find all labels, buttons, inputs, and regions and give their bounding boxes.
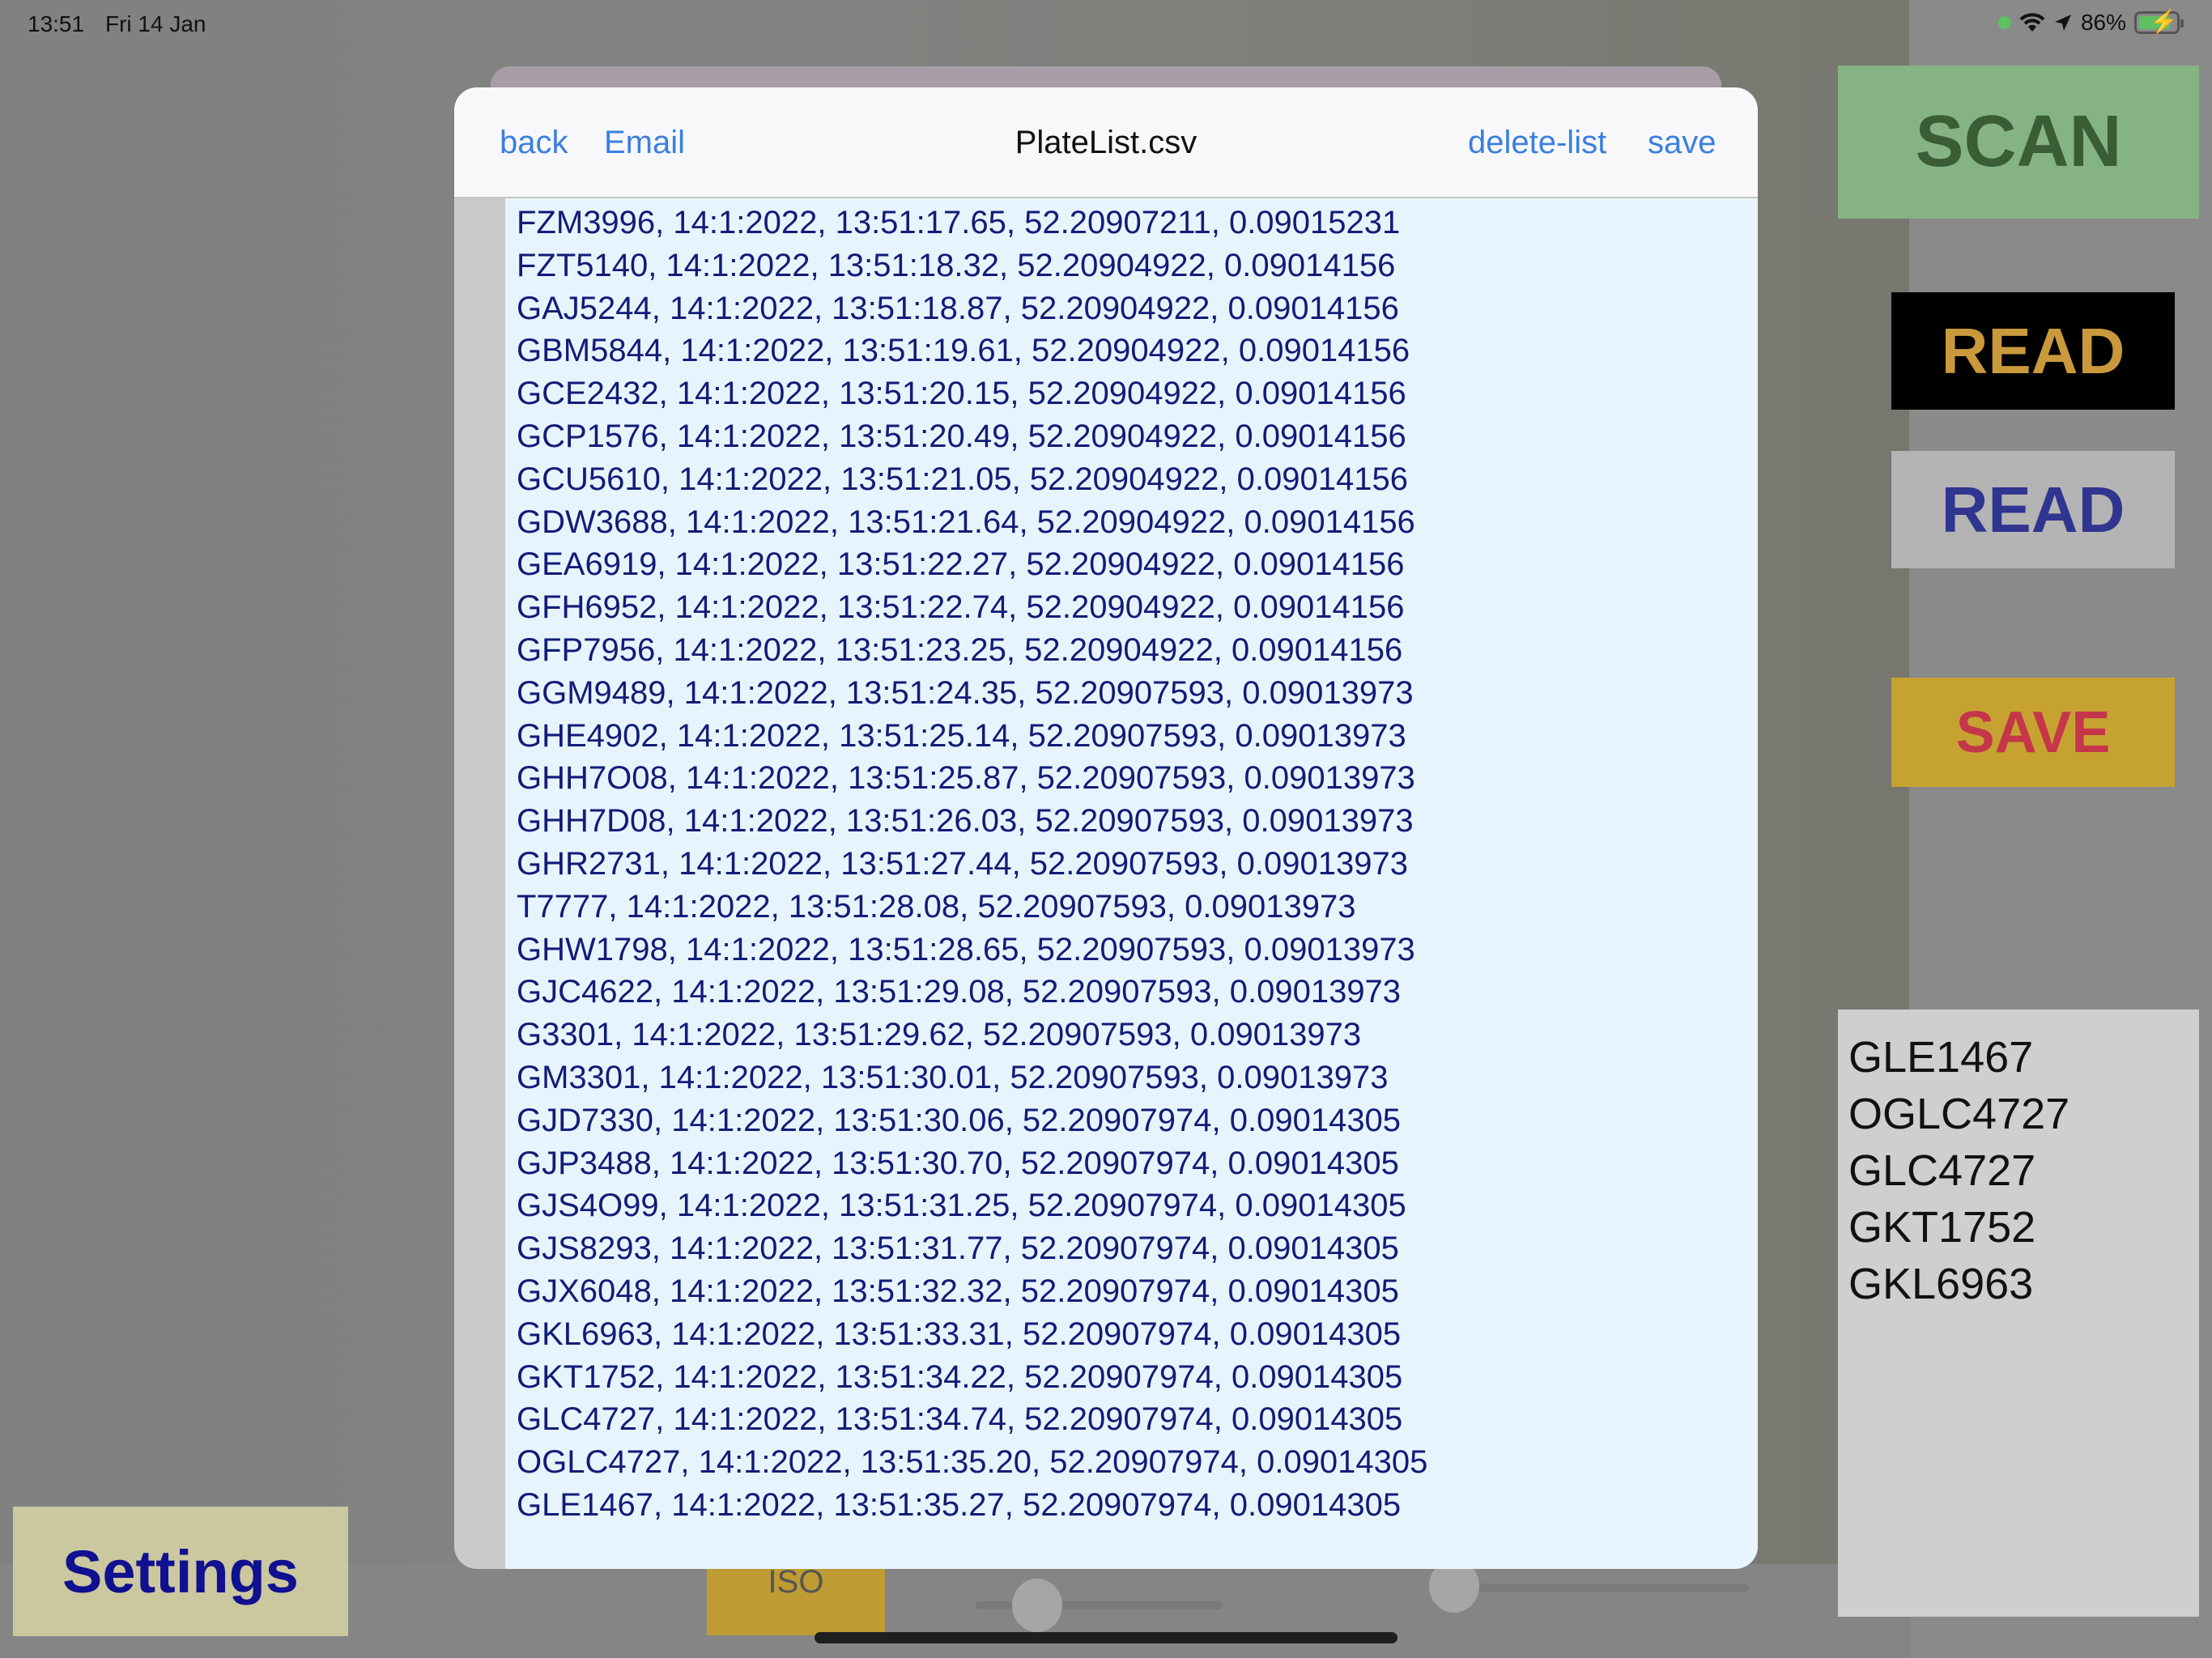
read-button-primary[interactable]: READ <box>1891 292 2175 410</box>
status-icons: 86% ⚡ <box>1997 10 2184 36</box>
csv-row: GCU5610, 14:1:2022, 13:51:21.05, 52.2090… <box>517 461 1408 497</box>
recent-plate-item: GKL6963 <box>1848 1260 2034 1308</box>
recent-plates-list: GLE1467 OGLC4727 GLC4727 GKT1752 GKL6963 <box>1838 1010 2199 1617</box>
csv-row: GCE2432, 14:1:2022, 13:51:20.15, 52.2090… <box>517 376 1406 412</box>
csv-row: GJS8293, 14:1:2022, 13:51:31.77, 52.2090… <box>517 1231 1399 1267</box>
status-time: 13:51 <box>28 11 85 36</box>
status-date: Fri 14 Jan <box>105 11 206 36</box>
platelist-text-view[interactable]: FZM3996, 14:1:2022, 13:51:17.65, 52.2090… <box>505 198 1758 1569</box>
csv-row: T7777, 14:1:2022, 13:51:28.08, 52.209075… <box>517 888 1356 925</box>
csv-row: GLC4727, 14:1:2022, 13:51:34.74, 52.2090… <box>517 1401 1403 1438</box>
recent-plate-item: OGLC4727 <box>1848 1090 2070 1138</box>
back-button[interactable]: back <box>500 125 568 161</box>
home-indicator[interactable] <box>815 1632 1397 1643</box>
csv-row: G3301, 14:1:2022, 13:51:29.62, 52.209075… <box>517 1017 1362 1053</box>
save-button[interactable]: save <box>1648 125 1716 161</box>
delete-list-button[interactable]: delete-list <box>1468 125 1606 161</box>
csv-row: GFH6952, 14:1:2022, 13:51:22.74, 52.2090… <box>517 589 1405 626</box>
csv-row: GAJ5244, 14:1:2022, 13:51:18.87, 52.2090… <box>517 290 1399 326</box>
csv-row: GGM9489, 14:1:2022, 13:51:24.35, 52.2090… <box>517 674 1414 711</box>
csv-row: GCP1576, 14:1:2022, 13:51:20.49, 52.2090… <box>517 418 1406 454</box>
csv-row: GHE4902, 14:1:2022, 13:51:25.14, 52.2090… <box>517 717 1406 754</box>
battery-percent: 86% <box>2080 10 2126 35</box>
csv-row: GKL6963, 14:1:2022, 13:51:33.31, 52.2090… <box>517 1316 1402 1352</box>
csv-row: FZT5140, 14:1:2022, 13:51:18.32, 52.2090… <box>517 247 1396 283</box>
recent-plate-item: GLE1467 <box>1848 1033 2034 1082</box>
modal-header: back Email PlateList.csv delete-list sav… <box>454 87 1758 198</box>
csv-row: GHR2731, 14:1:2022, 13:51:27.44, 52.2090… <box>517 845 1408 882</box>
csv-row: GJP3488, 14:1:2022, 13:51:30.70, 52.2090… <box>517 1145 1399 1181</box>
location-arrow-icon <box>2054 15 2071 31</box>
read-button-secondary[interactable]: READ <box>1891 451 2175 568</box>
iso-button[interactable]: ISO <box>707 1564 885 1635</box>
csv-row: GJC4622, 14:1:2022, 13:51:29.08, 52.2090… <box>517 974 1402 1010</box>
csv-row: GLE1467, 14:1:2022, 13:51:35.27, 52.2090… <box>517 1486 1402 1523</box>
slider-thumb-1[interactable] <box>1012 1579 1062 1632</box>
csv-row: OGLC4727, 14:1:2022, 13:51:35.20, 52.209… <box>517 1444 1428 1481</box>
green-dot-icon <box>1997 16 2011 29</box>
scan-button[interactable]: SCAN <box>1838 66 2199 219</box>
csv-row: GJS4O99, 14:1:2022, 13:51:31.25, 52.2090… <box>517 1188 1406 1224</box>
platelist-modal: FZM3996, 14:1:2022, 13:51:17.65, 52.2090… <box>454 87 1758 1569</box>
wifi-icon <box>2019 13 2045 32</box>
status-bar: 13:51 Fri 14 Jan 86% ⚡ <box>0 0 2212 49</box>
csv-row: GBM5844, 14:1:2022, 13:51:19.61, 52.2090… <box>517 333 1410 369</box>
csv-row: GHH7O08, 14:1:2022, 13:51:25.87, 52.2090… <box>517 760 1415 797</box>
save-plate-button[interactable]: SAVE <box>1891 678 2175 787</box>
slider-track-2[interactable] <box>1465 1584 1749 1592</box>
csv-row: GHH7D08, 14:1:2022, 13:51:26.03, 52.2090… <box>517 803 1414 840</box>
csv-row: GDW3688, 14:1:2022, 13:51:21.64, 52.2090… <box>517 504 1415 540</box>
recent-plate-item: GKT1752 <box>1848 1203 2036 1252</box>
recent-plate-item: GLC4727 <box>1848 1146 2036 1195</box>
csv-row: FZM3996, 14:1:2022, 13:51:17.65, 52.2090… <box>517 205 1401 240</box>
csv-row: GFP7956, 14:1:2022, 13:51:23.25, 52.2090… <box>517 631 1403 668</box>
csv-row: GEA6919, 14:1:2022, 13:51:22.27, 52.2090… <box>517 546 1405 583</box>
csv-row: GKT1752, 14:1:2022, 13:51:34.22, 52.2090… <box>517 1358 1403 1395</box>
csv-row: GJD7330, 14:1:2022, 13:51:30.06, 52.2090… <box>517 1102 1402 1138</box>
csv-row: GHW1798, 14:1:2022, 13:51:28.65, 52.2090… <box>517 931 1415 967</box>
battery-charging-icon: ⚡ <box>2134 11 2184 34</box>
csv-row: GM3301, 14:1:2022, 13:51:30.01, 52.20907… <box>517 1059 1389 1095</box>
settings-button[interactable]: Settings <box>13 1507 348 1636</box>
csv-rows: FZM3996, 14:1:2022, 13:51:17.65, 52.2090… <box>505 198 1758 1527</box>
csv-row: GJX6048, 14:1:2022, 13:51:32.32, 52.2090… <box>517 1273 1399 1309</box>
email-button[interactable]: Email <box>604 125 685 161</box>
